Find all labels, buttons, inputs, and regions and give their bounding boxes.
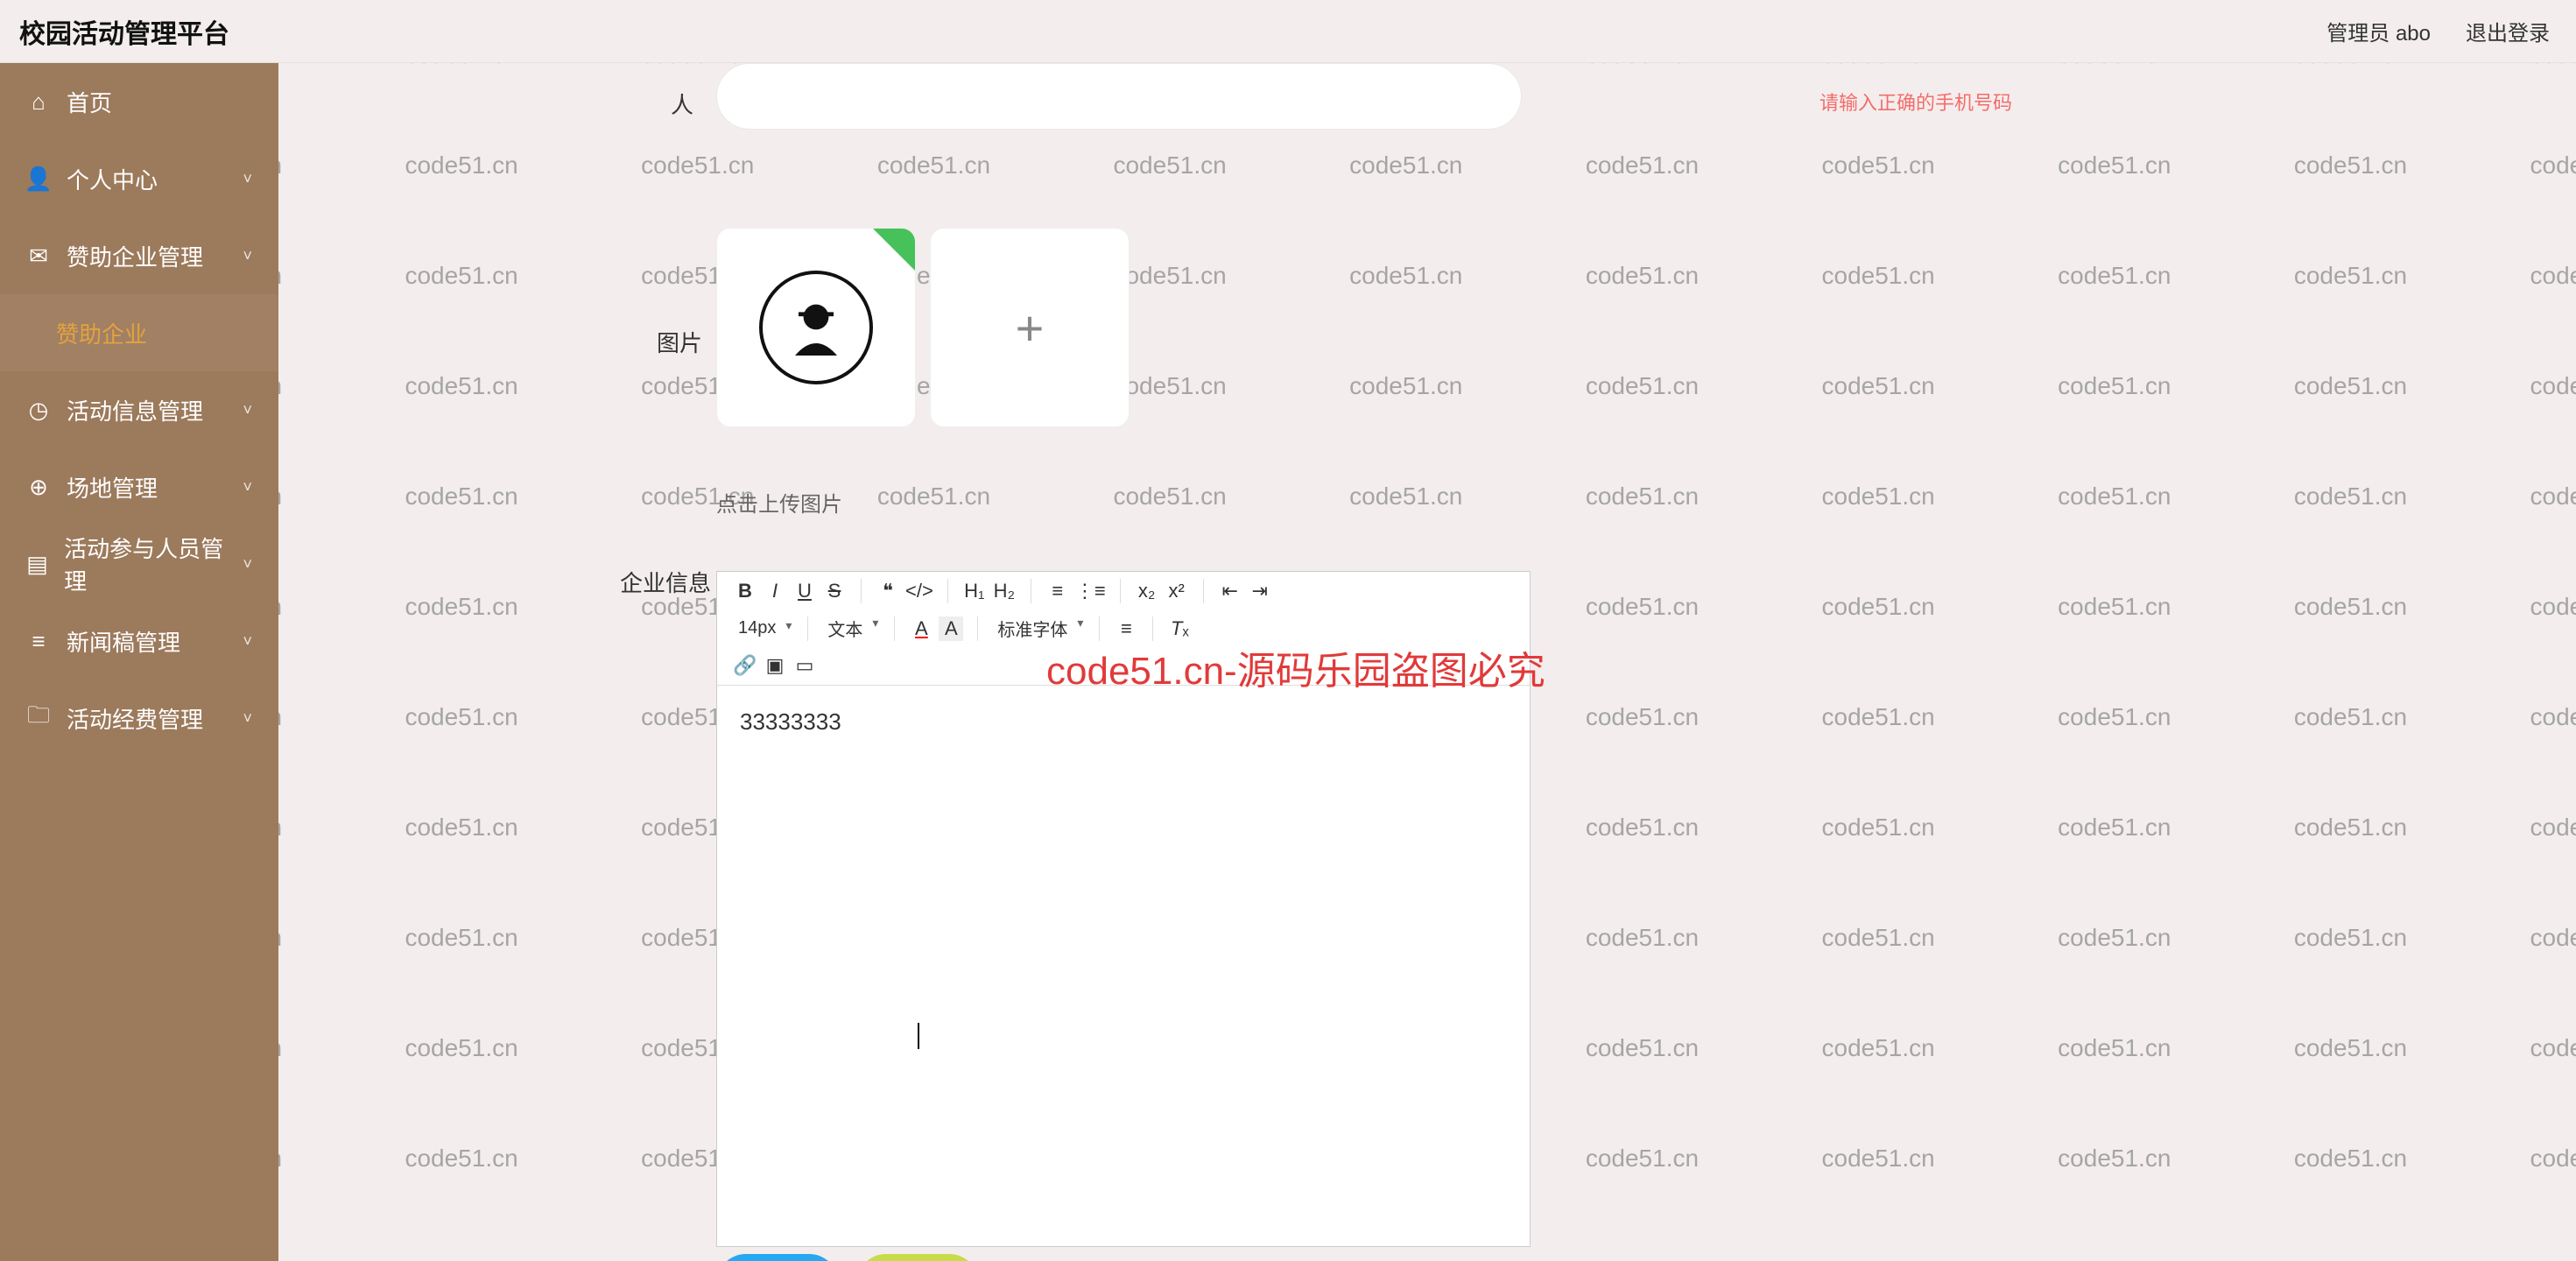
cancel-button[interactable]: 取消 — [856, 1254, 979, 1261]
bold-button[interactable]: B — [733, 579, 757, 603]
chevron-down-icon: ˅ — [243, 632, 252, 651]
wallet-icon: 🗀 — [26, 706, 51, 730]
clock-icon: ◷ — [26, 398, 51, 422]
chevron-down-icon: ˅ — [243, 170, 252, 188]
bg-color-button[interactable]: A — [939, 616, 963, 641]
logout-link[interactable]: 退出登录 — [2466, 16, 2550, 46]
top-header: 校园活动管理平台 管理员 abo 退出登录 — [0, 0, 2576, 63]
sidebar-item-funds[interactable]: 🗀 活动经费管理 ˅ — [0, 680, 278, 757]
sidebar-item-profile[interactable]: 👤 个人中心 ˅ — [0, 140, 278, 217]
admin-link[interactable]: 管理员 abo — [2326, 16, 2431, 46]
chevron-down-icon: ˅ — [243, 247, 252, 265]
success-corner-icon — [873, 229, 915, 271]
submit-button[interactable]: 提交 — [716, 1254, 839, 1261]
sidebar-item-label: 首页 — [67, 86, 112, 118]
sidebar-subitem-label: 赞助企业 — [56, 317, 147, 349]
link-button[interactable]: 🔗 — [733, 653, 757, 678]
menu-icon: ≡ — [26, 629, 51, 653]
chevron-down-icon: ˅ — [243, 401, 252, 419]
home-icon: ⌂ — [26, 89, 51, 114]
sidebar-item-participants[interactable]: ▤ 活动参与人员管理 ˅ — [0, 525, 278, 602]
info-label: 企业信息 — [620, 566, 711, 598]
upload-add-card[interactable]: + — [930, 228, 1130, 427]
phone-error-text: 请输入正确的手机号码 — [1819, 88, 2012, 116]
person-label: 人 — [671, 88, 693, 120]
sidebar-item-label: 赞助企业管理 — [67, 240, 203, 272]
quote-button[interactable]: ❝ — [876, 579, 900, 603]
sidebar-item-sponsor[interactable]: ✉ 赞助企业管理 ˅ — [0, 217, 278, 294]
sidebar-item-label: 新闻稿管理 — [67, 625, 180, 658]
user-icon: 👤 — [26, 166, 51, 191]
sidebar-subitem-sponsor[interactable]: 赞助企业 — [0, 294, 278, 371]
sidebar-item-venue[interactable]: ⊕ 场地管理 ˅ — [0, 448, 278, 525]
plus-icon: + — [1016, 299, 1045, 356]
sidebar-item-label: 活动经费管理 — [67, 702, 203, 735]
globe-icon: ⊕ — [26, 475, 51, 499]
uploaded-image-card[interactable] — [716, 228, 916, 427]
sidebar-item-label: 个人中心 — [67, 163, 158, 195]
text-cursor-icon — [918, 1023, 919, 1049]
h2-button[interactable]: H₂ — [992, 579, 1017, 603]
sidebar: ⌂ 首页 👤 个人中心 ˅ ✉ 赞助企业管理 ˅ 赞助企业 ◷ 活动信息管理 ˅… — [0, 63, 278, 1261]
person-input[interactable] — [716, 63, 1522, 130]
avatar-icon — [759, 271, 873, 384]
strike-button[interactable]: S — [822, 579, 847, 603]
format-select[interactable]: 文本 — [822, 614, 880, 643]
sidebar-item-activity-info[interactable]: ◷ 活动信息管理 ˅ — [0, 371, 278, 448]
upload-hint: 点击上传图片 — [716, 487, 842, 518]
image-label: 图片 — [657, 326, 702, 358]
font-family-select[interactable]: 标准字体 — [992, 614, 1085, 643]
underline-button[interactable]: U — [792, 579, 817, 603]
image-button[interactable]: ▣ — [763, 653, 787, 678]
main-content: 人 请输入正确的手机号码 图片 + 点击上传图片 企业信息 B I U S — [278, 63, 2576, 1261]
clear-format-button[interactable]: Tₓ — [1167, 616, 1192, 641]
chevron-down-icon: ˅ — [243, 555, 252, 574]
sidebar-item-label: 场地管理 — [67, 471, 158, 504]
align-button[interactable]: ≡ — [1114, 616, 1138, 641]
sidebar-item-label: 活动信息管理 — [67, 394, 203, 426]
ordered-list-button[interactable]: ≡ — [1045, 579, 1070, 603]
indent-button[interactable]: ⇤ — [1218, 579, 1242, 603]
editor-body[interactable]: 33333333 — [717, 686, 1530, 1246]
app-title: 校园活动管理平台 — [19, 12, 229, 51]
sidebar-item-news[interactable]: ≡ 新闻稿管理 ˅ — [0, 602, 278, 680]
mail-icon: ✉ — [26, 243, 51, 268]
sidebar-item-home[interactable]: ⌂ 首页 — [0, 63, 278, 140]
chevron-down-icon: ˅ — [243, 478, 252, 497]
unordered-list-button[interactable]: ⋮≡ — [1075, 579, 1106, 603]
rich-editor: B I U S ❝ </> H₁ H₂ ≡ ⋮≡ x₂ — [716, 571, 1531, 1247]
chevron-down-icon: ˅ — [243, 709, 252, 728]
text-color-button[interactable]: A — [909, 616, 933, 641]
list-icon: ▤ — [26, 552, 48, 576]
code-button[interactable]: </> — [905, 579, 933, 603]
outdent-button[interactable]: ⇥ — [1248, 579, 1272, 603]
sidebar-item-label: 活动参与人员管理 — [64, 532, 227, 596]
font-size-select[interactable]: 14px — [733, 616, 793, 640]
italic-button[interactable]: I — [763, 579, 787, 603]
h1-button[interactable]: H₁ — [962, 579, 987, 603]
editor-toolbar: B I U S ❝ </> H₁ H₂ ≡ ⋮≡ x₂ — [717, 572, 1530, 686]
superscript-button[interactable]: x² — [1165, 579, 1189, 603]
subscript-button[interactable]: x₂ — [1135, 579, 1159, 603]
video-button[interactable]: ▭ — [792, 653, 817, 678]
